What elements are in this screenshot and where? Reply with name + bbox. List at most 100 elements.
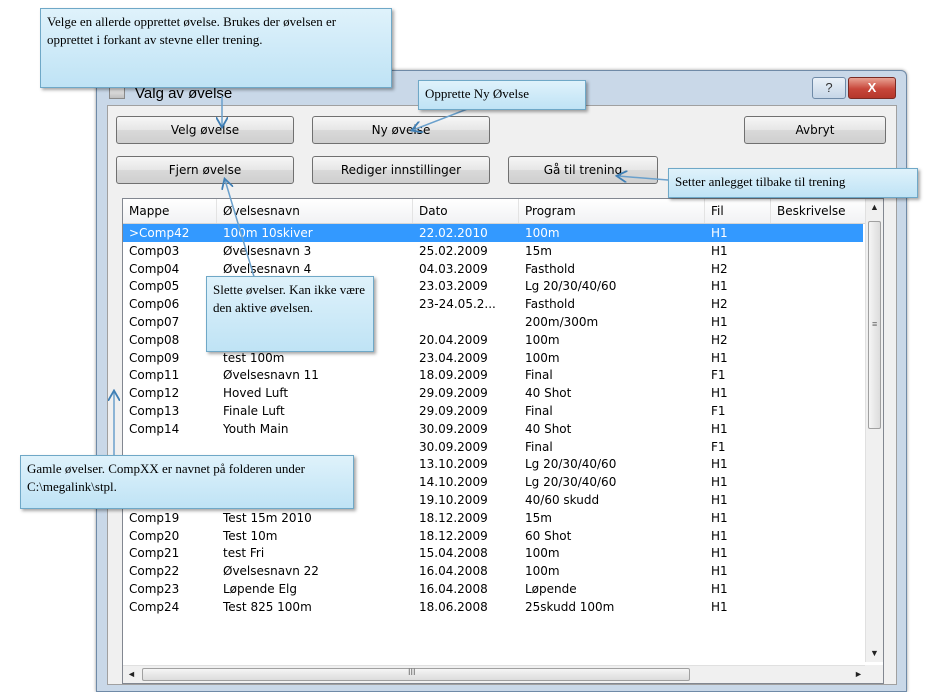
cell-dato: 13.10.2009 xyxy=(419,457,488,472)
column-header-ovelsesnavn[interactable]: Øvelsesnavn xyxy=(217,199,413,223)
table-row[interactable]: >Comp42 100m 10skiver 22.02.2010 100m H1 xyxy=(123,224,863,242)
column-header-program[interactable]: Program xyxy=(519,199,705,223)
cell-beskrivelse xyxy=(771,260,863,278)
cell-beskrivelse xyxy=(771,598,863,616)
table-row[interactable]: Comp03 Øvelsesnavn 3 25.02.2009 15m H1 xyxy=(123,242,863,260)
cell-mappe: Comp24 xyxy=(129,599,180,614)
close-button[interactable]: X xyxy=(848,77,896,99)
cell-mappe: Comp07 xyxy=(129,315,180,329)
velg-ovelse-button[interactable]: Velg øvelse xyxy=(116,116,294,144)
cell-beskrivelse xyxy=(771,313,863,331)
callout-trening: Setter anlegget tilbake til trening xyxy=(668,168,918,198)
cell-navn: Test 825 100m xyxy=(223,599,312,614)
horizontal-scroll-thumb[interactable]: III xyxy=(142,667,690,681)
cell-program: 100m xyxy=(525,332,560,347)
cell-program: 100m xyxy=(525,226,560,240)
dialog-window: Valg av øvelse ? X Velg øvelse Ny øvelse… xyxy=(96,70,907,692)
cell-dato: 23-24.05.2... xyxy=(419,297,496,312)
cell-dato: 18.09.2009 xyxy=(419,368,488,383)
cell-navn: test Fri xyxy=(223,546,265,561)
cell-navn: Hoved Luft xyxy=(223,386,289,401)
callout-fjern: Slette øvelser. Kan ikke være den aktive… xyxy=(206,276,374,352)
list-header: Mappe Øvelsesnavn Dato Program Fil Beskr… xyxy=(123,199,883,224)
cell-program: Final xyxy=(525,439,553,454)
cell-program: Lg 20/30/40/60 xyxy=(525,457,617,472)
cell-beskrivelse xyxy=(771,455,863,473)
ny-ovelse-button[interactable]: Ny øvelse xyxy=(312,116,490,144)
table-row[interactable]: Comp12 Hoved Luft 29.09.2009 40 Shot H1 xyxy=(123,384,863,402)
ga-til-trening-button[interactable]: Gå til trening xyxy=(508,156,658,184)
table-row[interactable]: Comp21 test Fri 15.04.2008 100m H1 xyxy=(123,544,863,562)
table-row[interactable]: Comp23 Løpende Elg 16.04.2008 Løpende H1 xyxy=(123,580,863,598)
cell-dato: 23.04.2009 xyxy=(419,350,488,365)
cell-navn: Øvelsesnavn 22 xyxy=(223,564,319,579)
cell-dato: 20.04.2009 xyxy=(419,332,488,347)
cell-fil: H1 xyxy=(711,510,728,525)
cell-fil: F1 xyxy=(711,439,726,454)
table-row[interactable]: Comp11 Øvelsesnavn 11 18.09.2009 Final F1 xyxy=(123,366,863,384)
grip-icon: ≡ xyxy=(872,319,878,329)
table-row[interactable]: Comp13 Finale Luft 29.09.2009 Final F1 xyxy=(123,402,863,420)
cell-navn: Øvelsesnavn 4 xyxy=(223,261,312,276)
cell-beskrivelse xyxy=(771,491,863,509)
cell-mappe: Comp21 xyxy=(129,546,180,561)
ovelse-list[interactable]: Mappe Øvelsesnavn Dato Program Fil Beskr… xyxy=(122,198,884,684)
cell-beskrivelse xyxy=(771,224,863,242)
column-header-beskrivelse[interactable]: Beskrivelse xyxy=(771,199,867,223)
cell-beskrivelse xyxy=(771,473,863,491)
fjern-ovelse-button[interactable]: Fjern øvelse xyxy=(116,156,294,184)
horizontal-scrollbar[interactable]: ◄ III ► xyxy=(123,665,867,683)
cell-dato: 16.04.2008 xyxy=(419,564,488,579)
cell-fil: H1 xyxy=(711,315,728,329)
cell-fil: H2 xyxy=(711,297,728,312)
table-row[interactable]: Comp20 Test 10m 18.12.2009 60 Shot H1 xyxy=(123,527,863,545)
cell-dato: 22.02.2010 xyxy=(419,226,488,240)
cell-beskrivelse xyxy=(771,438,863,456)
cell-beskrivelse xyxy=(771,242,863,260)
cell-program: 200m/300m xyxy=(525,315,599,329)
cell-dato: 29.09.2009 xyxy=(419,386,488,401)
cell-navn: Øvelsesnavn 3 xyxy=(223,243,312,258)
table-row[interactable]: Comp04 Øvelsesnavn 4 04.03.2009 Fasthold H2 xyxy=(123,260,863,278)
scrollbar-corner xyxy=(865,665,883,683)
avbryt-button[interactable]: Avbryt xyxy=(744,116,886,144)
column-header-fil[interactable]: Fil xyxy=(705,199,771,223)
cell-fil: H1 xyxy=(711,243,728,258)
rediger-innstillinger-button[interactable]: Rediger innstillinger xyxy=(312,156,490,184)
cell-dato: 18.06.2008 xyxy=(419,599,488,614)
cell-navn: Test 15m 2010 xyxy=(223,510,312,525)
table-row[interactable]: 30.09.2009 Final F1 xyxy=(123,438,863,456)
scroll-down-icon[interactable]: ▼ xyxy=(866,645,883,662)
grip-icon: III xyxy=(408,667,416,677)
cell-mappe: Comp12 xyxy=(129,386,180,401)
cell-beskrivelse xyxy=(771,331,863,349)
cell-fil: H1 xyxy=(711,350,728,365)
cell-beskrivelse xyxy=(771,527,863,545)
scroll-up-icon[interactable]: ▲ xyxy=(866,199,883,216)
column-header-dato[interactable]: Dato xyxy=(413,199,519,223)
cell-program: 100m xyxy=(525,564,560,579)
callout-ny: Opprette Ny Øvelse xyxy=(418,80,586,110)
cell-dato: 04.03.2009 xyxy=(419,261,488,276)
cell-beskrivelse xyxy=(771,277,863,295)
vertical-scroll-thumb[interactable]: ≡ xyxy=(868,221,881,429)
cell-beskrivelse xyxy=(771,402,863,420)
vertical-scrollbar[interactable]: ▲ ≡ ▼ xyxy=(865,199,883,662)
cell-beskrivelse xyxy=(771,580,863,598)
table-row[interactable]: Comp14 Youth Main 30.09.2009 40 Shot H1 xyxy=(123,420,863,438)
table-row[interactable]: Comp22 Øvelsesnavn 22 16.04.2008 100m H1 xyxy=(123,562,863,580)
cell-fil: H1 xyxy=(711,457,728,472)
cell-fil: F1 xyxy=(711,368,726,383)
table-row[interactable]: Comp19 Test 15m 2010 18.12.2009 15m H1 xyxy=(123,509,863,527)
cell-mappe: Comp11 xyxy=(129,368,180,383)
cell-fil: H1 xyxy=(711,279,728,294)
cell-fil: H1 xyxy=(711,582,728,596)
cell-mappe: Comp05 xyxy=(129,279,180,294)
help-button[interactable]: ? xyxy=(812,77,846,99)
scroll-left-icon[interactable]: ◄ xyxy=(123,666,140,683)
cell-mappe: >Comp42 xyxy=(129,226,190,240)
cell-dato: 18.12.2009 xyxy=(419,510,488,525)
table-row[interactable]: Comp24 Test 825 100m 18.06.2008 25skudd 100… xyxy=(123,598,863,616)
column-header-mappe[interactable]: Mappe xyxy=(123,199,217,223)
cell-dato: 30.09.2009 xyxy=(419,439,488,454)
